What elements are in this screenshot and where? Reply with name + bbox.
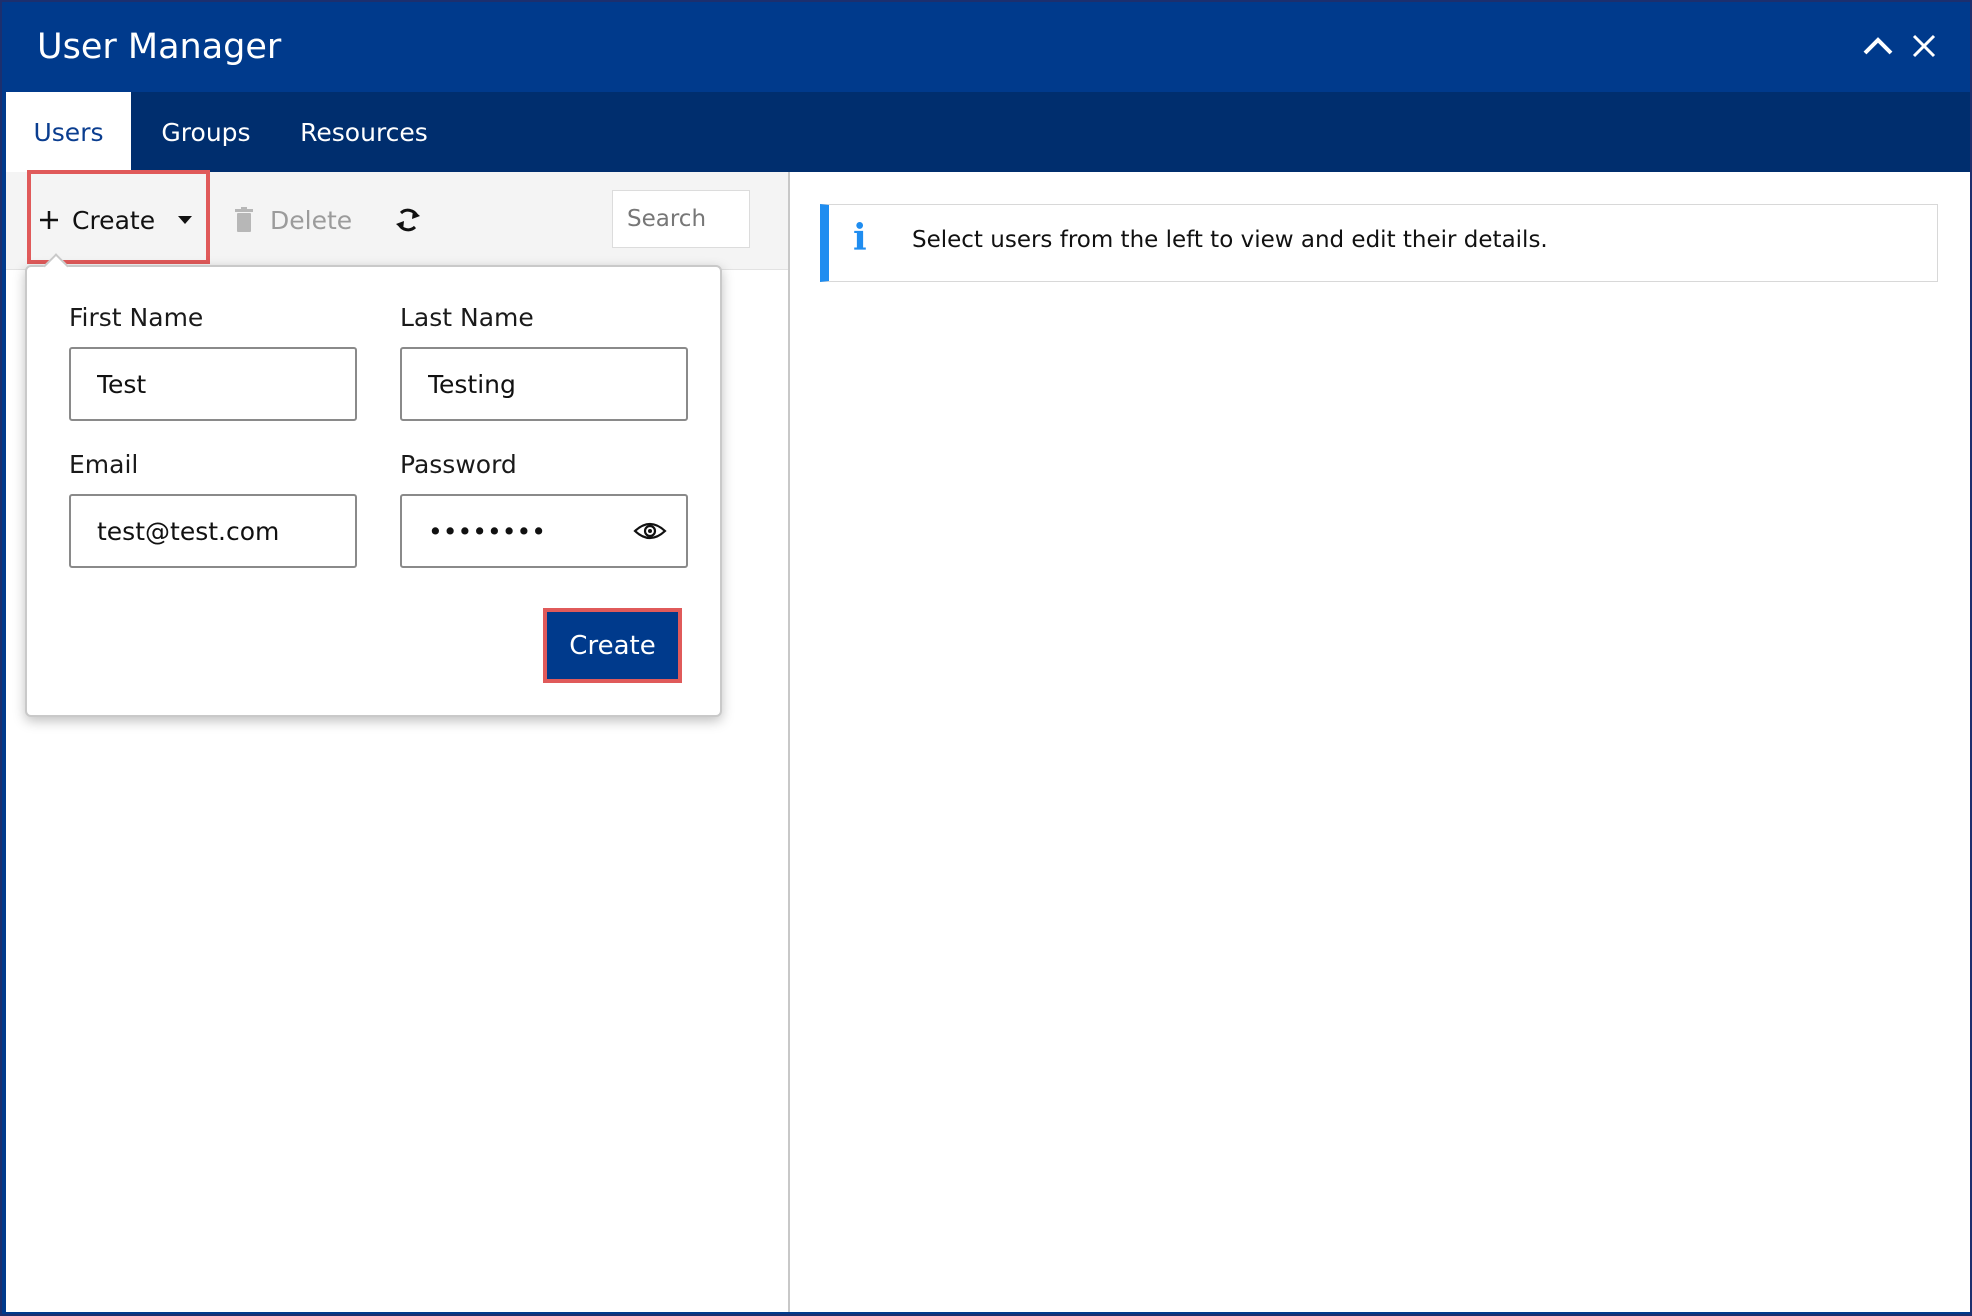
refresh-icon — [396, 208, 420, 232]
window-title: User Manager — [37, 27, 282, 67]
eye-icon — [633, 522, 667, 540]
info-message: Select users from the left to view and e… — [912, 227, 1548, 253]
create-user-submit-button[interactable]: Create — [543, 608, 682, 683]
refresh-button[interactable] — [394, 200, 422, 240]
first-name-field[interactable] — [69, 347, 357, 421]
password-label: Password — [400, 450, 517, 479]
plus-icon — [40, 211, 58, 229]
info-banner: i Select users from the left to view and… — [820, 204, 1938, 282]
search-input[interactable] — [612, 190, 750, 248]
last-name-label: Last Name — [400, 303, 534, 332]
user-details-pane: i Select users from the left to view and… — [790, 172, 1970, 1312]
close-icon — [1912, 34, 1936, 58]
last-name-field[interactable] — [400, 347, 688, 421]
info-icon: i — [853, 217, 867, 259]
create-user-popup: First Name Last Name Email Password Crea… — [25, 253, 722, 717]
chevron-up-icon — [1863, 37, 1893, 55]
users-list-pane: Create Delete Search First Name Test Las… — [6, 170, 790, 1312]
delete-button[interactable]: Delete — [234, 194, 352, 246]
title-bar: User Manager — [2, 2, 1970, 92]
caret-down-icon — [178, 216, 193, 224]
tab-groups[interactable]: Groups — [146, 92, 266, 172]
tab-bar: Users Groups Resources — [6, 92, 1970, 172]
email-label: Email — [69, 450, 139, 479]
trash-icon — [235, 207, 253, 232]
create-button-label: Create — [72, 205, 156, 235]
user-manager-window: User Manager Users Groups Resources Crea… — [0, 0, 1972, 1316]
tab-resources[interactable]: Resources — [294, 92, 434, 172]
show-password-toggle[interactable] — [633, 520, 667, 546]
close-button[interactable] — [1902, 24, 1946, 68]
collapse-button[interactable] — [1856, 24, 1900, 68]
main-content: Create Delete Search First Name Test Las… — [6, 170, 1970, 1312]
delete-button-label: Delete — [270, 205, 353, 235]
first-name-label: First Name — [69, 303, 204, 332]
create-dropdown-button[interactable]: Create — [38, 194, 193, 246]
tab-users[interactable]: Users — [6, 92, 131, 172]
email-field[interactable] — [69, 494, 357, 568]
users-toolbar: Create Delete — [6, 170, 788, 270]
